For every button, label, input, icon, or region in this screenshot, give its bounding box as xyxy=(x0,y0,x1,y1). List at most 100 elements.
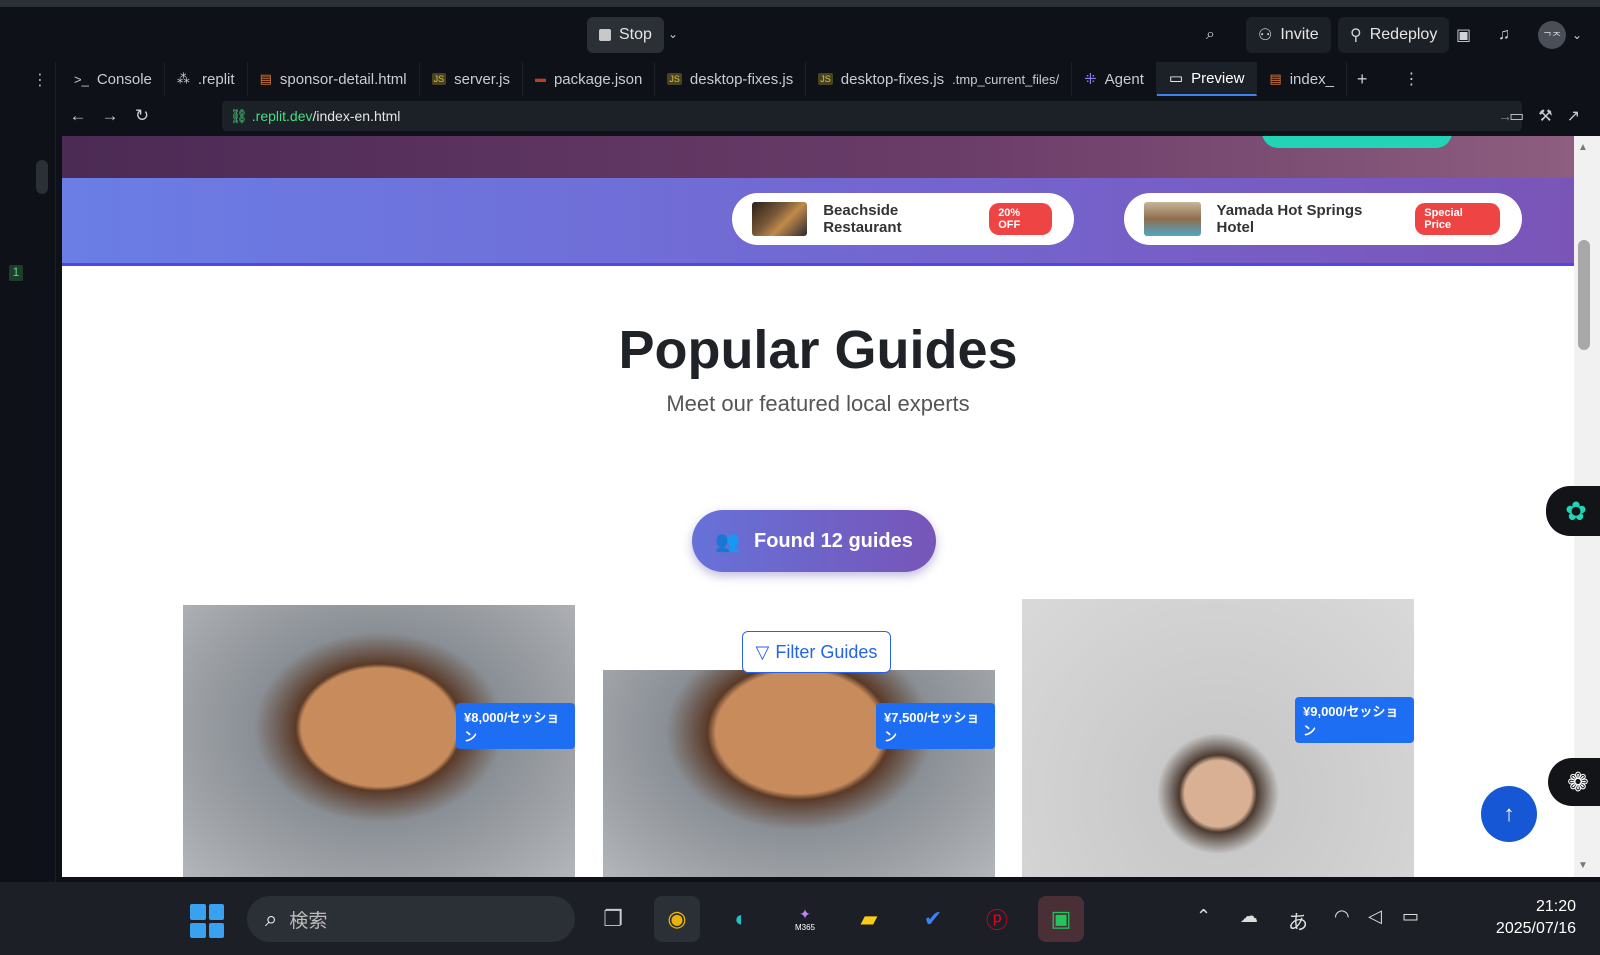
section-title: Popular Guides xyxy=(618,320,1018,380)
redeploy-button[interactable]: ⚲ Redeploy xyxy=(1338,17,1450,53)
url-domain: .replit.dev xyxy=(251,108,313,124)
windows-logo-icon xyxy=(208,904,224,920)
sponsor-tag: 20% OFF xyxy=(989,203,1052,235)
edge-icon[interactable]: ◐ xyxy=(718,896,764,942)
tab-sponsor-detail[interactable]: ▤ sponsor-detail.html xyxy=(248,62,420,96)
reload-icon[interactable]: ↻ xyxy=(126,106,158,126)
stop-button[interactable]: Stop xyxy=(587,17,664,53)
device-preview-icon[interactable]: ▭ xyxy=(1509,106,1524,126)
scroll-up-icon[interactable]: ▲ xyxy=(1578,142,1588,153)
html-file-icon: ▤ xyxy=(259,71,272,86)
tab-server-js[interactable]: JS server.js xyxy=(420,62,523,96)
devtools-icon[interactable]: ⚒ xyxy=(1538,106,1552,126)
tab-preview[interactable]: ▭ Preview xyxy=(1156,62,1258,96)
todo-icon[interactable]: ✔ xyxy=(910,896,956,942)
url-input[interactable]: ⛓ .replit.dev/index-en.html → xyxy=(222,101,1522,131)
sponsor-tag: Special Price xyxy=(1415,203,1500,235)
taskbar-search[interactable]: ⌕ 検索 xyxy=(247,896,575,942)
found-guides-label: Found 12 guides xyxy=(754,529,913,552)
users-icon: 👥 xyxy=(715,530,740,553)
found-guides-button[interactable]: 👥 Found 12 guides xyxy=(692,510,936,572)
monitor-icon: ▭ xyxy=(1168,70,1184,87)
tab-label: Agent xyxy=(1104,70,1144,88)
guide-card[interactable]: ¥7,500/セッション xyxy=(603,670,995,877)
terminal-icon: >_ xyxy=(74,71,89,87)
sponsor-band: Beachside Restaurant 20% OFF Yamada Hot … xyxy=(62,178,1574,266)
filter-guides-button[interactable]: ▽ Filter Guides xyxy=(742,631,891,673)
windows-logo-icon xyxy=(208,922,224,938)
tab-console[interactable]: >_ Console xyxy=(62,62,165,96)
tab-desktop-fixes-tmp[interactable]: JS desktop-fixes.js .tmp_current_files/ xyxy=(806,62,1073,96)
tab-agent[interactable]: ⁜ Agent xyxy=(1072,62,1157,96)
back-to-top-button[interactable]: ↑ xyxy=(1481,786,1537,842)
tab-package-json[interactable]: ▬ package.json xyxy=(523,62,656,96)
account-menu[interactable]: ᄀᄌ ⌄ xyxy=(1538,17,1582,53)
tray-overflow-icon[interactable]: ⌃ xyxy=(1196,906,1211,927)
new-tab-button[interactable]: + xyxy=(1357,69,1368,90)
m365-icon[interactable]: ✦ M365 xyxy=(782,896,828,942)
price-badge: ¥7,500/セッション xyxy=(876,703,995,749)
search-placeholder: 検索 xyxy=(289,910,328,932)
devices-icon: ▣ xyxy=(1456,27,1472,44)
tab-desktop-fixes[interactable]: JS desktop-fixes.js xyxy=(655,62,807,96)
tab-suffix: .tmp_current_files/ xyxy=(952,71,1060,87)
tab-label: sponsor-detail.html xyxy=(279,70,407,88)
devices-button[interactable]: ▣ xyxy=(1456,17,1471,53)
openai-icon: ❁ xyxy=(1567,766,1589,797)
battery-icon[interactable]: ▭ xyxy=(1402,906,1419,927)
wifi-icon[interactable]: ◠ xyxy=(1334,906,1350,927)
sponsor-thumbnail xyxy=(1144,202,1201,236)
scroll-thumb[interactable] xyxy=(1578,240,1590,350)
chevron-down-icon: ⌄ xyxy=(1572,28,1583,42)
file-explorer-icon[interactable]: ▰ xyxy=(846,896,892,942)
file-tree-rail: ⋮ 1 xyxy=(0,62,56,882)
windows-logo-icon xyxy=(190,922,206,938)
search-button[interactable]: ⌕ xyxy=(1206,17,1215,53)
tab-label: Preview xyxy=(1191,69,1245,87)
clock-time: 21:20 xyxy=(1535,898,1576,915)
guide-card[interactable]: ¥8,000/セッション xyxy=(183,605,575,877)
agent-icon: ⁜ xyxy=(1084,71,1097,88)
rail-scrollbar[interactable] xyxy=(36,160,48,194)
avatar: ᄀᄌ xyxy=(1538,21,1566,49)
openai-extension-button[interactable]: ❁ xyxy=(1548,758,1600,806)
guide-card[interactable]: ¥9,000/セッション xyxy=(1022,599,1414,877)
chrome-icon[interactable]: ◉ xyxy=(654,896,700,942)
chatgpt-extension-button[interactable]: ✿ xyxy=(1546,486,1600,536)
tab-replit[interactable]: ⁂ .replit xyxy=(165,62,248,96)
taskbar-clock[interactable]: 21:20 2025/07/16 xyxy=(1480,896,1576,940)
more-icon[interactable]: ⋮ xyxy=(32,70,48,90)
hero-banner xyxy=(62,136,1574,178)
ime-indicator[interactable]: あ xyxy=(1288,906,1308,935)
sponsor-card[interactable]: Beachside Restaurant 20% OFF xyxy=(732,193,1074,245)
search-icon: ⌕ xyxy=(1206,26,1215,43)
invite-button[interactable]: ⚇ Invite xyxy=(1246,17,1331,53)
more-icon[interactable]: ⋮ xyxy=(1403,69,1419,89)
tab-index[interactable]: ▤ index_ xyxy=(1257,62,1347,96)
link-icon: ⛓ xyxy=(230,107,248,124)
back-arrow-icon[interactable]: ← xyxy=(62,106,94,126)
windows-start-button[interactable] xyxy=(190,904,224,938)
deploy-icon: ⚲ xyxy=(1350,27,1362,44)
open-external-icon[interactable]: ↗ xyxy=(1567,106,1580,126)
volume-icon[interactable]: ◁ xyxy=(1368,906,1382,927)
pinterest-icon[interactable]: ⓟ xyxy=(974,896,1020,942)
notifications-button[interactable]: ♫ xyxy=(1498,17,1510,53)
price-badge: ¥8,000/セッション xyxy=(456,703,575,749)
chatgpt-icon: ✿ xyxy=(1565,495,1587,526)
task-view-icon[interactable]: ❐ xyxy=(590,896,636,942)
scroll-down-icon[interactable]: ▼ xyxy=(1578,860,1588,871)
filter-icon: ▽ xyxy=(755,641,770,662)
chevron-down-icon[interactable]: ⌄ xyxy=(668,27,678,41)
onedrive-icon[interactable]: ☁ xyxy=(1240,906,1258,927)
preview-toolbar: ← → ↻ ⛓ .replit.dev/index-en.html → ▭ ⚒ … xyxy=(62,96,1600,136)
hero-cta-button[interactable] xyxy=(1262,136,1452,148)
tab-label: server.js xyxy=(454,70,510,88)
workspace-header: Stop ⌄ ⌕ ⚇ Invite ⚲ Redeploy ▣ ♫ ᄀᄌ ⌄ xyxy=(0,0,1600,62)
forward-arrow-icon[interactable]: → xyxy=(94,106,126,126)
sponsor-card[interactable]: Yamada Hot Springs Hotel Special Price xyxy=(1124,193,1522,245)
editor-tabs: >_ Console ⁂ .replit ▤ sponsor-detail.html … xyxy=(62,62,1600,96)
os-taskbar: ⌕ 検索 ❐ ◉ ◐ ✦ M365 ▰ ✔ ⓟ ▣ ⌃ ☁ あ ◠ ◁ ▭ 21:… xyxy=(0,882,1600,955)
js-file-icon: JS xyxy=(818,73,833,85)
line-app-icon[interactable]: ▣ xyxy=(1038,896,1084,942)
